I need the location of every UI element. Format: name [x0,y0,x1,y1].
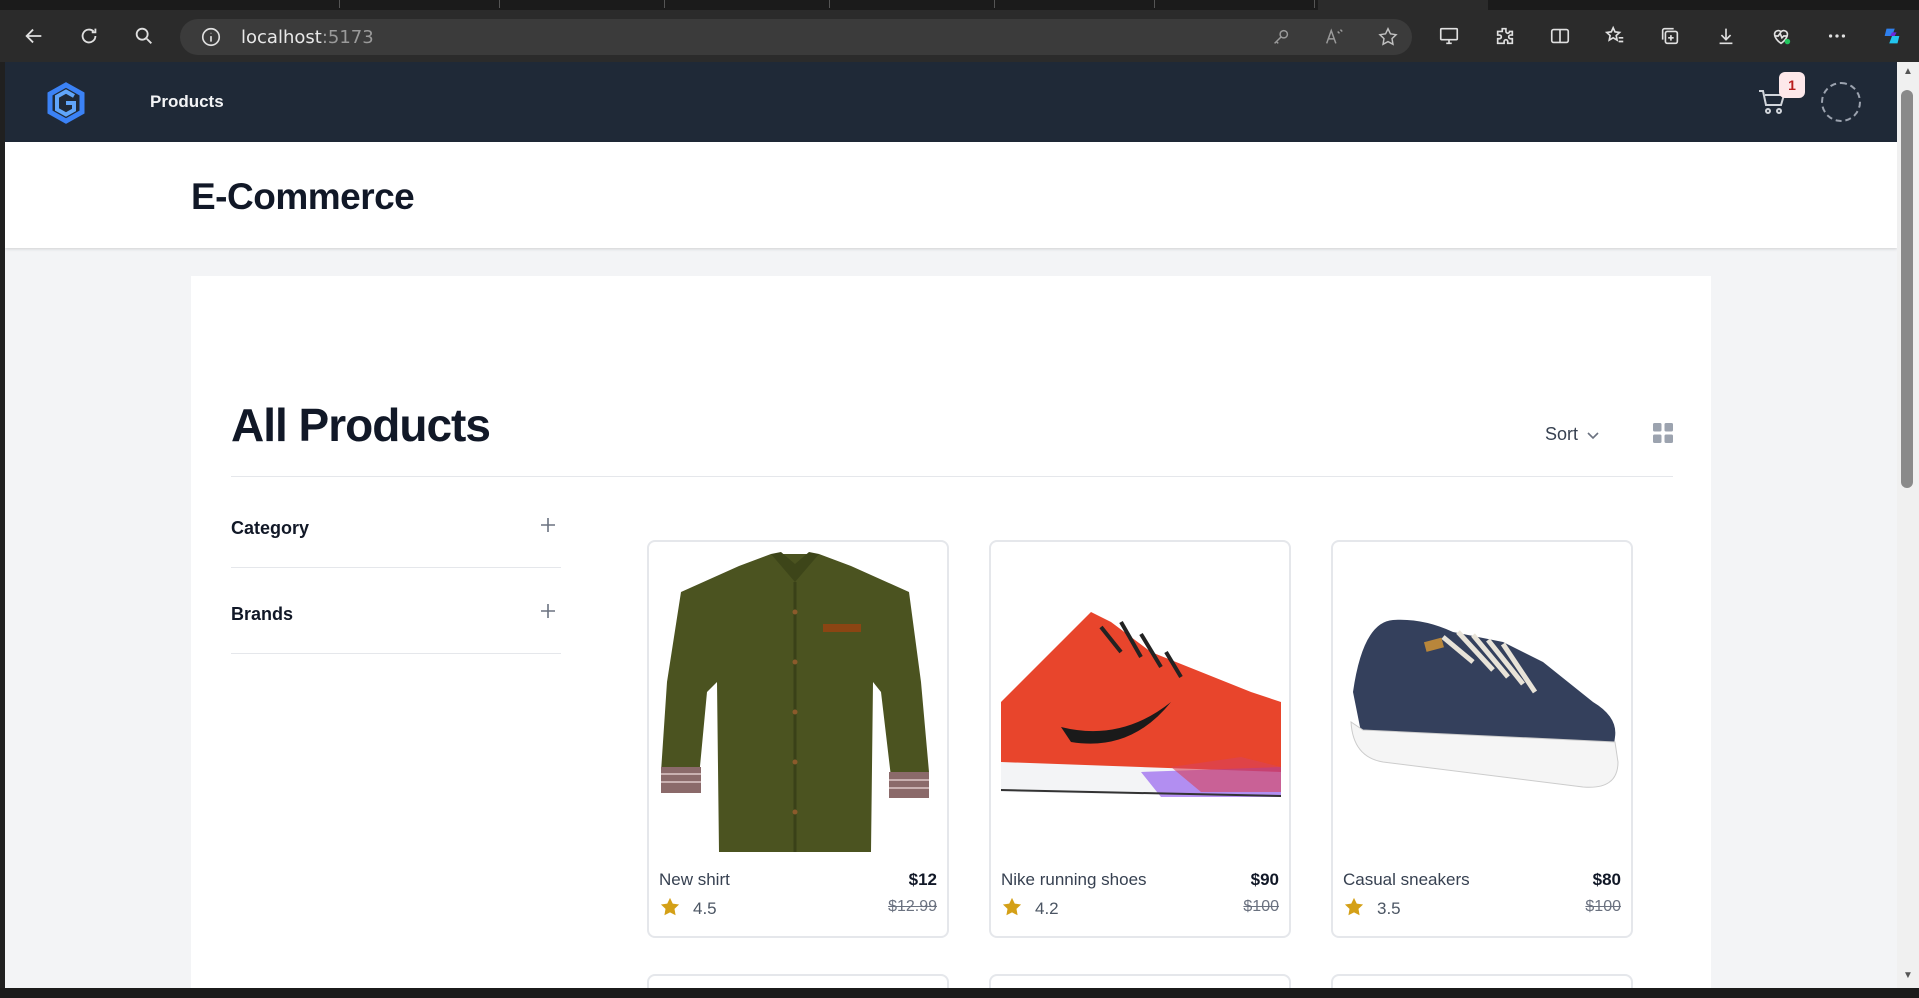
product-name: Nike running shoes [1001,870,1147,889]
brand-logo-icon[interactable] [45,82,87,124]
browser-toolbar: localhost:5173 [0,10,1919,62]
product-card[interactable] [989,974,1291,988]
info-icon[interactable] [200,26,222,48]
product-card[interactable] [1331,974,1633,988]
product-price: $80 [1592,870,1621,889]
page-viewport: Products 1 E-Commerce All Products Sort … [5,62,1897,988]
shirt-product-image [661,552,929,852]
browser-tab[interactable] [500,0,665,8]
product-card[interactable]: New shirt $12 4.5 $12.99 [647,540,949,938]
product-original-price: $12.99 [888,898,937,915]
product-original-price: $100 [1243,898,1279,915]
product-card[interactable] [647,974,949,988]
browser-tab[interactable] [830,0,995,8]
product-rating: 4.2 [1035,899,1059,918]
product-original-price: $100 [1585,898,1621,915]
favorites-icon[interactable] [1601,22,1629,50]
cart-count-badge: 1 [1779,72,1805,98]
address-bar[interactable]: localhost:5173 [180,19,1412,55]
product-name: Casual sneakers [1343,870,1470,889]
user-avatar[interactable] [1821,82,1861,122]
plus-icon[interactable] [539,602,557,620]
page-title: E-Commerce [191,176,415,217]
browser-tab[interactable] [340,0,500,8]
collections-icon[interactable] [1656,22,1684,50]
products-heading: All Products [231,399,491,451]
screen-cast-icon[interactable] [1435,22,1463,50]
browser-tab[interactable] [1155,0,1315,8]
back-icon[interactable] [20,22,48,50]
site-navbar: Products 1 [5,62,1897,142]
scroll-up-icon[interactable]: ▲ [1901,66,1915,78]
more-menu-icon[interactable] [1823,22,1851,50]
product-card[interactable]: Casual sneakers $80 3.5 $100 [1331,540,1633,938]
extensions-icon[interactable] [1491,22,1519,50]
star-icon [1002,897,1022,916]
download-icon[interactable] [1712,22,1740,50]
filter-label: Category [231,518,310,538]
sort-dropdown[interactable]: Sort [1545,424,1600,445]
browser-essentials-icon[interactable] [1767,22,1795,50]
chevron-down-icon [1587,431,1599,439]
nav-link-products[interactable]: Products [150,92,224,112]
split-screen-icon[interactable] [1546,22,1574,50]
sort-label: Sort [1545,424,1579,444]
running-shoe-product-image [1001,612,1281,797]
sneaker-product-image [1350,619,1619,788]
header-divider [231,476,1673,477]
refresh-icon[interactable] [75,22,103,50]
url-text: localhost:5173 [241,27,374,48]
read-aloud-icon[interactable] [1323,26,1345,48]
search-icon[interactable] [130,22,158,50]
filter-brands[interactable]: Brands [231,568,561,654]
product-rating: 4.5 [693,899,717,918]
key-icon[interactable] [1270,26,1292,48]
filter-category[interactable]: Category [231,482,561,568]
browser-tab[interactable] [160,0,340,8]
product-price: $12 [908,870,937,889]
star-icon [1344,897,1364,916]
page-header: E-Commerce [5,142,1897,248]
product-rating: 3.5 [1377,899,1401,918]
scrollbar-thumb[interactable] [1901,90,1913,488]
filter-label: Brands [231,604,294,624]
scroll-down-icon[interactable]: ▼ [1901,970,1915,982]
star-icon [660,897,680,916]
window-bottom-edge [0,988,1919,998]
products-panel: All Products Sort Category Brands New sh… [191,276,1711,988]
plus-icon[interactable] [539,516,557,534]
tab-strip [0,0,1919,10]
grid-view-icon[interactable] [1652,422,1674,444]
product-card[interactable]: Nike running shoes $90 4.2 $100 [989,540,1291,938]
product-price: $90 [1250,870,1279,889]
browser-tab[interactable] [665,0,830,8]
copilot-icon[interactable] [1878,22,1906,50]
product-name: New shirt [659,870,730,889]
active-browser-tab[interactable] [1318,0,1488,10]
favorite-star-icon[interactable] [1377,26,1399,48]
browser-tab[interactable] [995,0,1155,8]
